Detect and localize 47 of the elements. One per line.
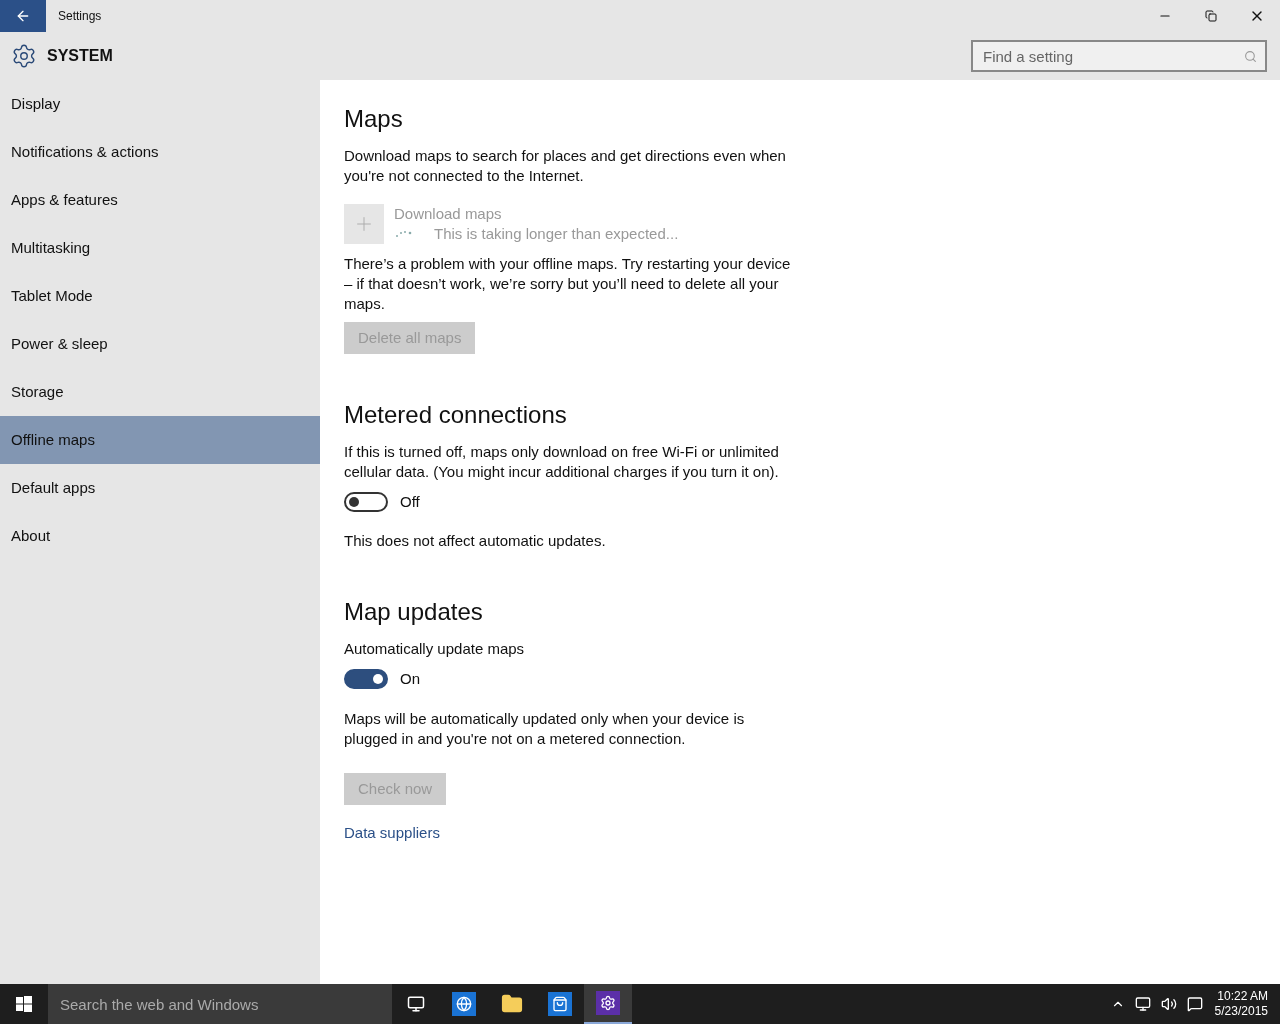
status-text: This is taking longer than expected... <box>434 224 679 244</box>
sidebar-item[interactable]: Tablet Mode <box>0 272 320 320</box>
search-icon <box>1244 50 1257 63</box>
toggle-label: Automatically update maps <box>344 639 526 659</box>
windows-logo-icon <box>16 996 32 1012</box>
taskbar-search-field[interactable]: Search the web and Windows <box>48 984 392 1024</box>
sidebar-item[interactable]: Display <box>0 80 320 128</box>
folder-icon <box>501 993 523 1015</box>
data-suppliers-link[interactable]: Data suppliers <box>344 824 440 841</box>
search-field[interactable]: Find a setting <box>971 40 1267 72</box>
speaker-icon[interactable] <box>1160 996 1177 1012</box>
toggle-state-label: Off <box>400 492 420 512</box>
download-maps-label: Download maps <box>394 204 503 224</box>
section-title: SYSTEM <box>47 46 113 66</box>
task-view-icon <box>407 995 425 1013</box>
section-heading: Metered connections <box>344 400 568 430</box>
sidebar-item[interactable]: Notifications & actions <box>0 128 320 176</box>
bag-icon <box>552 996 568 1012</box>
sidebar-item[interactable]: Multitasking <box>0 224 320 272</box>
toggle-state-label: On <box>400 669 420 689</box>
gear-icon <box>600 995 616 1011</box>
back-arrow-icon <box>15 8 31 24</box>
loading-spinner-icon <box>394 229 414 239</box>
description-text: If this is turned off, maps only download on free Wi-Fi or unlimited cellular data. (You might incur additional charges if you turn it on). <box>344 442 780 482</box>
globe-icon <box>456 996 472 1012</box>
window-title: Settings <box>58 8 102 25</box>
section-heading: Maps <box>344 104 404 134</box>
sidebar-item[interactable]: Offline maps <box>0 416 320 464</box>
network-icon[interactable] <box>1134 996 1151 1012</box>
toggle-switch[interactable] <box>344 492 388 512</box>
problem-text: There’s a problem with your offline maps. Try restarting your device – if that doesn’t work, we’re sorry but you’ll need to delete all your maps. <box>344 254 792 314</box>
sidebar-item[interactable]: Apps & features <box>0 176 320 224</box>
restore-icon <box>1205 10 1217 22</box>
sidebar-item[interactable]: Storage <box>0 368 320 416</box>
section-heading: Map updates <box>344 597 484 627</box>
taskbar-app-button[interactable] <box>584 984 632 1024</box>
message-icon[interactable] <box>1186 996 1203 1012</box>
sidebar-item[interactable]: Power & sleep <box>0 320 320 368</box>
sidebar-item[interactable]: Default apps <box>0 464 320 512</box>
description-text: Download maps to search for places and get directions even when you're not connected to the Internet. <box>344 146 787 186</box>
sidebar-item[interactable]: About <box>0 512 320 560</box>
note-text: This does not affect automatic updates. <box>344 531 607 551</box>
toggle-switch[interactable] <box>344 669 388 689</box>
back-button[interactable] <box>0 0 46 32</box>
gear-icon <box>11 43 37 69</box>
clock[interactable]: 10:22 AM 5/23/2015 <box>1214 989 1268 1019</box>
description-text: Maps will be automatically updated only when your device is plugged in and you're not on a metered connection. <box>344 709 746 749</box>
